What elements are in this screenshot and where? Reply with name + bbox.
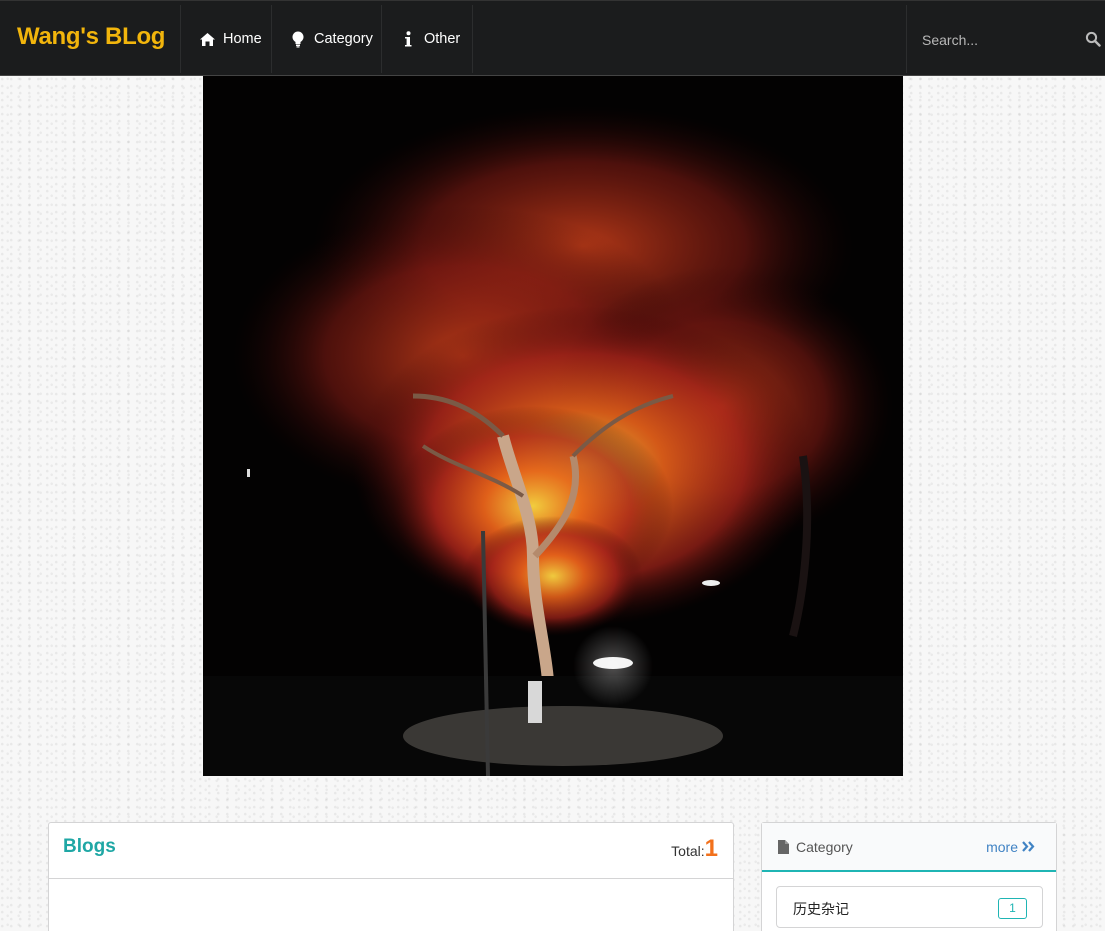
category-item-label: 历史杂记: [793, 902, 849, 918]
more-link[interactable]: more: [986, 839, 1035, 855]
total-label: Total:: [671, 843, 705, 859]
nav-category-label: Category: [314, 31, 373, 47]
home-icon: [197, 30, 217, 48]
lightbulb-icon: [288, 30, 308, 48]
info-icon: [398, 30, 418, 48]
search-input[interactable]: [922, 29, 1072, 51]
blogs-header: Blogs Total: 1: [49, 823, 733, 879]
nav-home-label: Home: [223, 31, 262, 47]
hero-image: [203, 76, 903, 776]
site-brand[interactable]: Wang's BLog: [17, 23, 165, 51]
nav-home[interactable]: Home: [180, 5, 272, 73]
nav-other-label: Other: [424, 31, 461, 47]
category-item-count: 1: [998, 898, 1027, 919]
nav-other[interactable]: Other: [381, 5, 473, 73]
blogs-panel: Blogs Total: 1: [48, 822, 734, 931]
maple-tree-photo: [203, 76, 903, 776]
file-icon: [778, 840, 789, 854]
category-panel: Category more 历史杂记 1: [761, 822, 1057, 931]
search-box: [906, 5, 1105, 73]
category-title: Category: [796, 839, 853, 855]
search-icon[interactable]: [1085, 31, 1101, 47]
category-header: Category more: [762, 823, 1056, 872]
total-count: 1: [704, 835, 718, 862]
blogs-total: Total: 1: [671, 835, 718, 863]
category-item[interactable]: 历史杂记 1: [776, 886, 1043, 928]
more-label: more: [986, 839, 1018, 855]
blogs-title: Blogs: [63, 836, 116, 857]
nav-category[interactable]: Category: [271, 5, 382, 73]
double-chevron-right-icon: [1022, 839, 1035, 855]
top-navbar: Wang's BLog Home Category Other: [0, 0, 1105, 76]
